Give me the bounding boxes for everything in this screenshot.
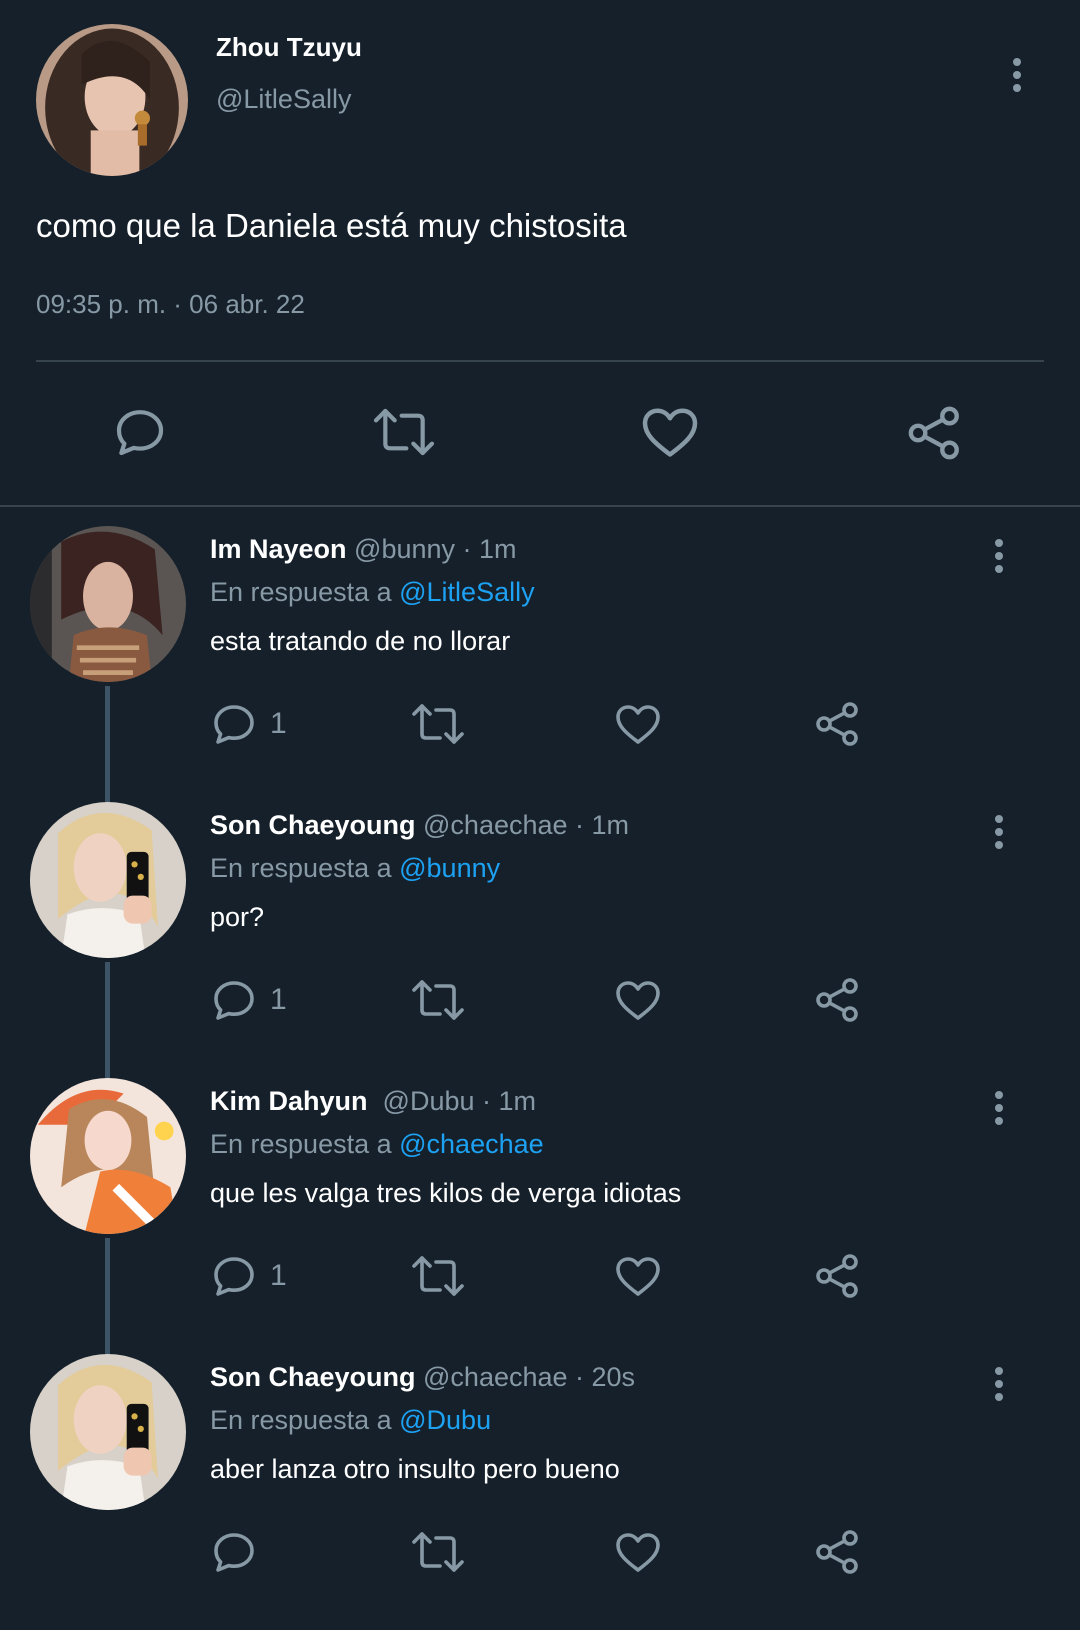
avatar[interactable] — [30, 526, 186, 682]
mention-link[interactable]: @Dubu — [399, 1405, 491, 1435]
share-icon — [816, 1254, 858, 1298]
tweet-timestamp: 09:35 p. m. · 06 abr. 22 — [36, 289, 305, 319]
tweet-text: esta tratando de no llorar — [210, 626, 511, 656]
in-reply-prefix: En respuesta a — [210, 577, 400, 607]
share-icon — [816, 1530, 858, 1574]
thread-line — [105, 1238, 110, 1362]
author-handle-time: @chaechae · 1m — [415, 810, 630, 840]
reply-icon — [214, 1533, 254, 1572]
reply-button[interactable]: 1 — [210, 698, 287, 750]
like-icon[interactable] — [640, 404, 700, 460]
author-name[interactable]: Zhou Tzuyu — [216, 32, 362, 63]
more-options-icon[interactable] — [989, 1364, 1009, 1404]
like-icon — [616, 1257, 660, 1296]
reply-button[interactable]: 1 — [210, 974, 287, 1026]
reply-icon — [214, 981, 254, 1020]
in-reply-to: En respuesta a @LitleSally — [210, 577, 535, 608]
more-options-icon[interactable] — [989, 1088, 1009, 1128]
reply-button[interactable]: 1 — [210, 1250, 287, 1302]
action-bar: 1 — [210, 974, 910, 1026]
in-reply-to: En respuesta a @Dubu — [210, 1405, 491, 1436]
tweet-text: aber lanza otro insulto pero bueno — [210, 1454, 620, 1484]
author-name[interactable]: Son Chaeyoung — [210, 1362, 416, 1392]
tweet-text: que les valga tres kilos de verga idiota… — [210, 1178, 682, 1208]
retweet-icon — [412, 980, 464, 1020]
reply-tweet[interactable]: Son Chaeyoung @chaechae · 1m En respuest… — [0, 802, 1080, 1086]
share-icon — [816, 978, 858, 1022]
like-icon — [616, 1533, 660, 1572]
retweet-icon[interactable] — [370, 404, 438, 460]
share-button[interactable] — [814, 698, 862, 750]
reply-count: 1 — [270, 707, 287, 740]
mention-link[interactable]: @chaechae — [399, 1129, 544, 1159]
reply-tweet[interactable]: Kim Dahyun @Dubu · 1m En respuesta a @ch… — [0, 1078, 1080, 1362]
reply-icon — [214, 1257, 254, 1296]
like-button[interactable] — [614, 1250, 662, 1302]
retweet-icon — [412, 704, 464, 744]
in-reply-to: En respuesta a @chaechae — [210, 1129, 544, 1160]
more-options-icon[interactable] — [1007, 55, 1027, 95]
author-name[interactable]: Kim Dahyun — [210, 1086, 368, 1116]
author-handle-time: @bunny · 1m — [346, 534, 517, 564]
share-icon[interactable] — [906, 404, 964, 462]
tweet-text: por? — [210, 902, 265, 932]
author-handle-time: @Dubu · 1m — [367, 1086, 536, 1116]
in-reply-prefix: En respuesta a — [210, 1405, 400, 1435]
more-options-icon[interactable] — [989, 536, 1009, 576]
reply-tweet[interactable]: Im Nayeon @bunny · 1m En respuesta a @Li… — [0, 526, 1080, 810]
action-bar: 1 — [210, 1250, 910, 1302]
in-reply-prefix: En respuesta a — [210, 853, 400, 883]
in-reply-to: En respuesta a @bunny — [210, 853, 500, 884]
share-button[interactable] — [814, 974, 862, 1026]
share-icon — [816, 702, 858, 746]
main-tweet: Zhou Tzuyu @LitleSally como que la Danie… — [0, 0, 1080, 506]
reply-button[interactable] — [210, 1526, 270, 1578]
tweet-text: como que la Daniela está muy chistosita — [36, 207, 627, 244]
divider — [0, 505, 1080, 507]
mention-link[interactable]: @LitleSally — [399, 577, 534, 607]
action-bar: 1 — [210, 698, 910, 750]
retweet-icon — [412, 1532, 464, 1572]
avatar[interactable] — [30, 1078, 186, 1234]
action-bar — [210, 1526, 910, 1578]
retweet-button[interactable] — [410, 698, 466, 750]
retweet-icon — [412, 1256, 464, 1296]
author-handle[interactable]: @LitleSally — [216, 84, 351, 115]
reply-tweet[interactable]: Son Chaeyoung @chaechae · 20s En respues… — [0, 1354, 1080, 1630]
like-button[interactable] — [614, 698, 662, 750]
like-button[interactable] — [614, 974, 662, 1026]
reply-count: 1 — [270, 983, 287, 1016]
avatar[interactable] — [36, 24, 188, 176]
divider — [36, 360, 1044, 362]
share-button[interactable] — [814, 1526, 862, 1578]
retweet-button[interactable] — [410, 1250, 466, 1302]
retweet-button[interactable] — [410, 974, 466, 1026]
in-reply-prefix: En respuesta a — [210, 1129, 400, 1159]
thread-line — [105, 962, 110, 1086]
author-name[interactable]: Im Nayeon — [210, 534, 347, 564]
reply-icon — [214, 705, 254, 744]
reply-icon[interactable] — [112, 404, 168, 460]
mention-link[interactable]: @bunny — [399, 853, 500, 883]
author-handle-time: @chaechae · 20s — [415, 1362, 636, 1392]
more-options-icon[interactable] — [989, 812, 1009, 852]
thread-line — [105, 686, 110, 810]
avatar[interactable] — [30, 802, 186, 958]
like-icon — [616, 705, 660, 744]
reply-count: 1 — [270, 1259, 287, 1292]
author-name[interactable]: Son Chaeyoung — [210, 810, 416, 840]
like-icon — [616, 981, 660, 1020]
like-button[interactable] — [614, 1526, 662, 1578]
avatar[interactable] — [30, 1354, 186, 1510]
share-button[interactable] — [814, 1250, 862, 1302]
retweet-button[interactable] — [410, 1526, 466, 1578]
